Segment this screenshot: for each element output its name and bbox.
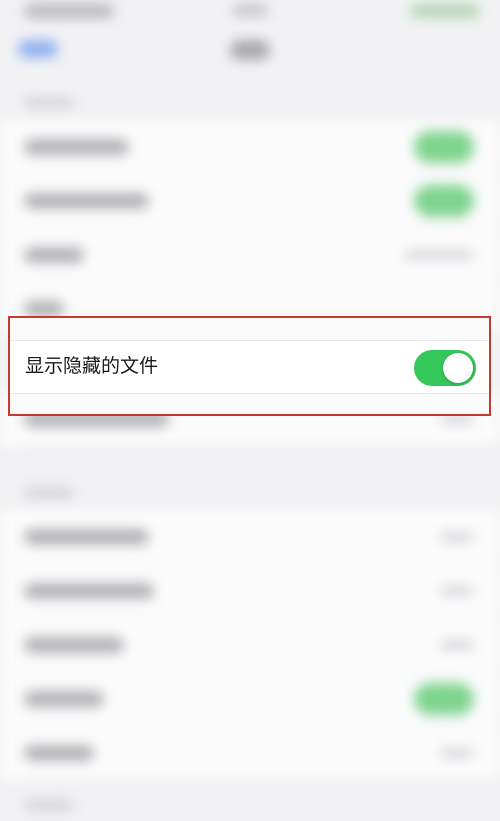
page-title <box>230 40 270 60</box>
row-label <box>24 745 94 761</box>
settings-row[interactable] <box>0 228 500 282</box>
settings-row[interactable] <box>0 174 500 228</box>
settings-row[interactable] <box>0 618 500 672</box>
status-battery-icon <box>410 4 480 18</box>
settings-row[interactable] <box>0 120 500 174</box>
row-label <box>24 193 149 209</box>
section-header <box>24 800 74 810</box>
section-header <box>24 488 74 498</box>
show-hidden-files-toggle[interactable] <box>414 350 476 386</box>
highlight-frame: 显示隐藏的文件 <box>8 316 491 416</box>
settings-row[interactable] <box>0 726 500 780</box>
row-value <box>440 532 474 542</box>
divider <box>24 779 500 780</box>
toggle-switch[interactable] <box>414 185 474 217</box>
row-label <box>24 247 84 263</box>
row-value <box>440 748 474 758</box>
show-hidden-files-row[interactable]: 显示隐藏的文件 <box>10 340 489 394</box>
settings-row[interactable] <box>0 510 500 564</box>
row-value <box>440 640 474 650</box>
back-button[interactable] <box>18 40 58 58</box>
toggle-switch[interactable] <box>414 131 474 163</box>
show-hidden-files-label: 显示隐藏的文件 <box>25 355 159 377</box>
row-label <box>24 529 149 545</box>
status-bar <box>0 0 500 28</box>
status-time <box>24 4 114 18</box>
row-label <box>24 637 124 653</box>
status-carrier <box>232 4 268 16</box>
section-header <box>24 98 74 108</box>
divider <box>24 445 500 446</box>
row-label <box>24 301 64 317</box>
toggle-switch[interactable] <box>414 683 474 715</box>
settings-row[interactable] <box>0 564 500 618</box>
toggle-knob <box>443 353 473 383</box>
row-value <box>404 250 474 260</box>
row-label <box>24 691 104 707</box>
settings-row[interactable] <box>0 672 500 726</box>
row-label <box>24 139 129 155</box>
row-label <box>24 583 154 599</box>
row-value <box>440 586 474 596</box>
